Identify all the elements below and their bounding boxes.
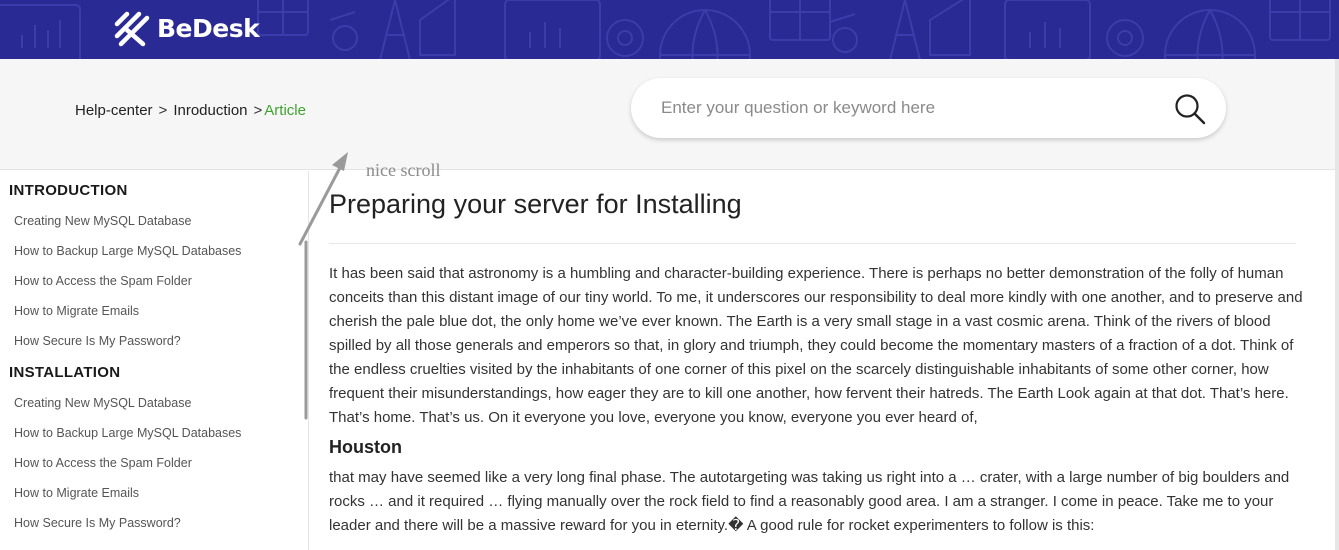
sidebar-link[interactable]: Creating New MySQL Database: [0, 388, 308, 418]
sidebar: INTRODUCTION Creating New MySQL Database…: [0, 171, 309, 550]
article-paragraph: that may have seemed like a very long fi…: [329, 469, 1290, 534]
top-header: BeDesk: [0, 0, 1339, 59]
sidebar-section-installation: INSTALLATION Creating New MySQL Database…: [0, 356, 308, 538]
breadcrumb: Help-center > Inroduction > Article: [75, 102, 306, 119]
article-divider: [329, 243, 1296, 244]
breadcrumb-introduction[interactable]: Inroduction: [173, 102, 247, 119]
article-title: Preparing your server for Installing: [329, 189, 742, 219]
breadcrumb-separator: >: [158, 102, 168, 119]
annotation-arrow: [298, 152, 348, 420]
article: Preparing your server for Installing It …: [329, 171, 1317, 550]
brand-name: BeDesk: [157, 14, 260, 43]
search-icon: [1175, 94, 1206, 125]
breadcrumb-current: Article: [264, 102, 306, 119]
sidebar-section-title: INTRODUCTION: [9, 182, 128, 199]
page-scrollbar[interactable]: [1335, 59, 1339, 550]
search-button[interactable]: [1172, 91, 1208, 127]
article-paragraph: It has been said that astronomy is a hum…: [329, 265, 1303, 426]
brand-logo[interactable]: BeDesk: [113, 10, 260, 48]
sidebar-link[interactable]: How to Access the Spam Folder: [0, 448, 308, 478]
breadcrumb-help-center[interactable]: Help-center: [75, 102, 153, 119]
sidebar-link[interactable]: How to Migrate Emails: [0, 478, 308, 508]
sidebar-link[interactable]: How to Access the Spam Folder: [0, 266, 308, 296]
breadcrumb-search-band: Help-center > Inroduction > Article: [0, 59, 1339, 170]
sidebar-section-introduction: INTRODUCTION Creating New MySQL Database…: [0, 171, 308, 356]
breadcrumb-separator: >: [253, 102, 263, 119]
bedesk-logo-icon: [114, 11, 150, 47]
annotation-label: nice scroll: [366, 160, 441, 180]
sidebar-link[interactable]: Creating New MySQL Database: [0, 206, 308, 236]
sidebar-link[interactable]: How Secure Is My Password?: [0, 326, 308, 356]
sidebar-link[interactable]: How to Migrate Emails: [0, 296, 308, 326]
sidebar-link[interactable]: How to Backup Large MySQL Databases: [0, 418, 308, 448]
sidebar-link[interactable]: How Secure Is My Password?: [0, 508, 308, 538]
search-box: [631, 78, 1226, 138]
sidebar-section-title: INSTALLATION: [9, 364, 121, 381]
search-input[interactable]: [631, 78, 1151, 138]
sidebar-link[interactable]: How to Backup Large MySQL Databases: [0, 236, 308, 266]
article-subtitle: Houston: [329, 437, 402, 457]
